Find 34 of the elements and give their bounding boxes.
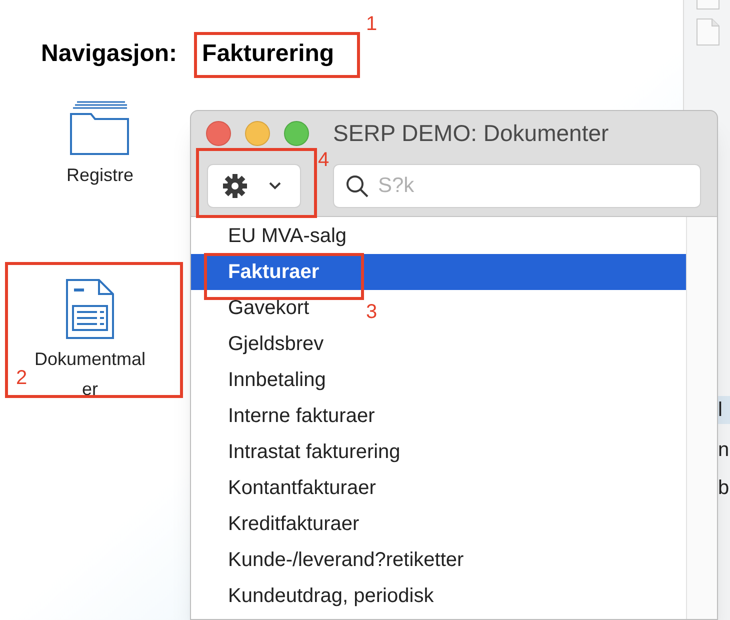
list-item[interactable]: EU MVA-salg [228,218,347,254]
settings-icon [222,172,248,198]
icon-label[interactable]: Registre [42,160,158,190]
list-item[interactable]: Kundeutdrag, periodisk [228,578,434,614]
annotation-number: 1 [366,12,378,36]
folder-icon [69,100,131,156]
background-text: l [718,396,730,424]
list-item[interactable]: Gjeldsbrev [228,326,324,362]
search-icon [345,174,369,198]
background-text: n [718,438,730,463]
annotation-number: 4 [318,148,330,172]
minimize-button[interactable] [245,120,270,146]
list-item[interactable]: Kreditfakturaer [228,506,360,542]
annotation-number: 3 [366,300,378,324]
chevron-down-icon [268,181,282,190]
background-text: b [718,476,730,501]
list-item[interactable]: Fakturaer [191,254,686,290]
navigation-value: Fakturering [202,40,334,68]
list-item[interactable]: Gavekort [228,290,310,326]
close-button[interactable] [206,120,231,146]
list-item[interactable]: Intrastat fakturering [228,434,400,470]
list-item[interactable]: Interne fakturaer [228,398,375,434]
list-item[interactable]: Innbetaling [228,362,326,398]
annotation-number: 2 [16,366,28,390]
list-item[interactable]: Kontantfakturaer [228,470,376,506]
navigation-label: Navigasjon: [41,40,178,68]
list-item[interactable]: Kunde-/leverand?retiketter [228,542,464,578]
file-icon [696,18,720,46]
document-icon [65,278,115,340]
window-title: SERP DEMO: Dokumenter [333,118,609,148]
icon-label[interactable]: Dokumentmaler [32,344,148,404]
gear-menu-button[interactable] [207,164,301,208]
zoom-button[interactable] [284,120,309,146]
search-field[interactable]: S?k [333,164,701,208]
